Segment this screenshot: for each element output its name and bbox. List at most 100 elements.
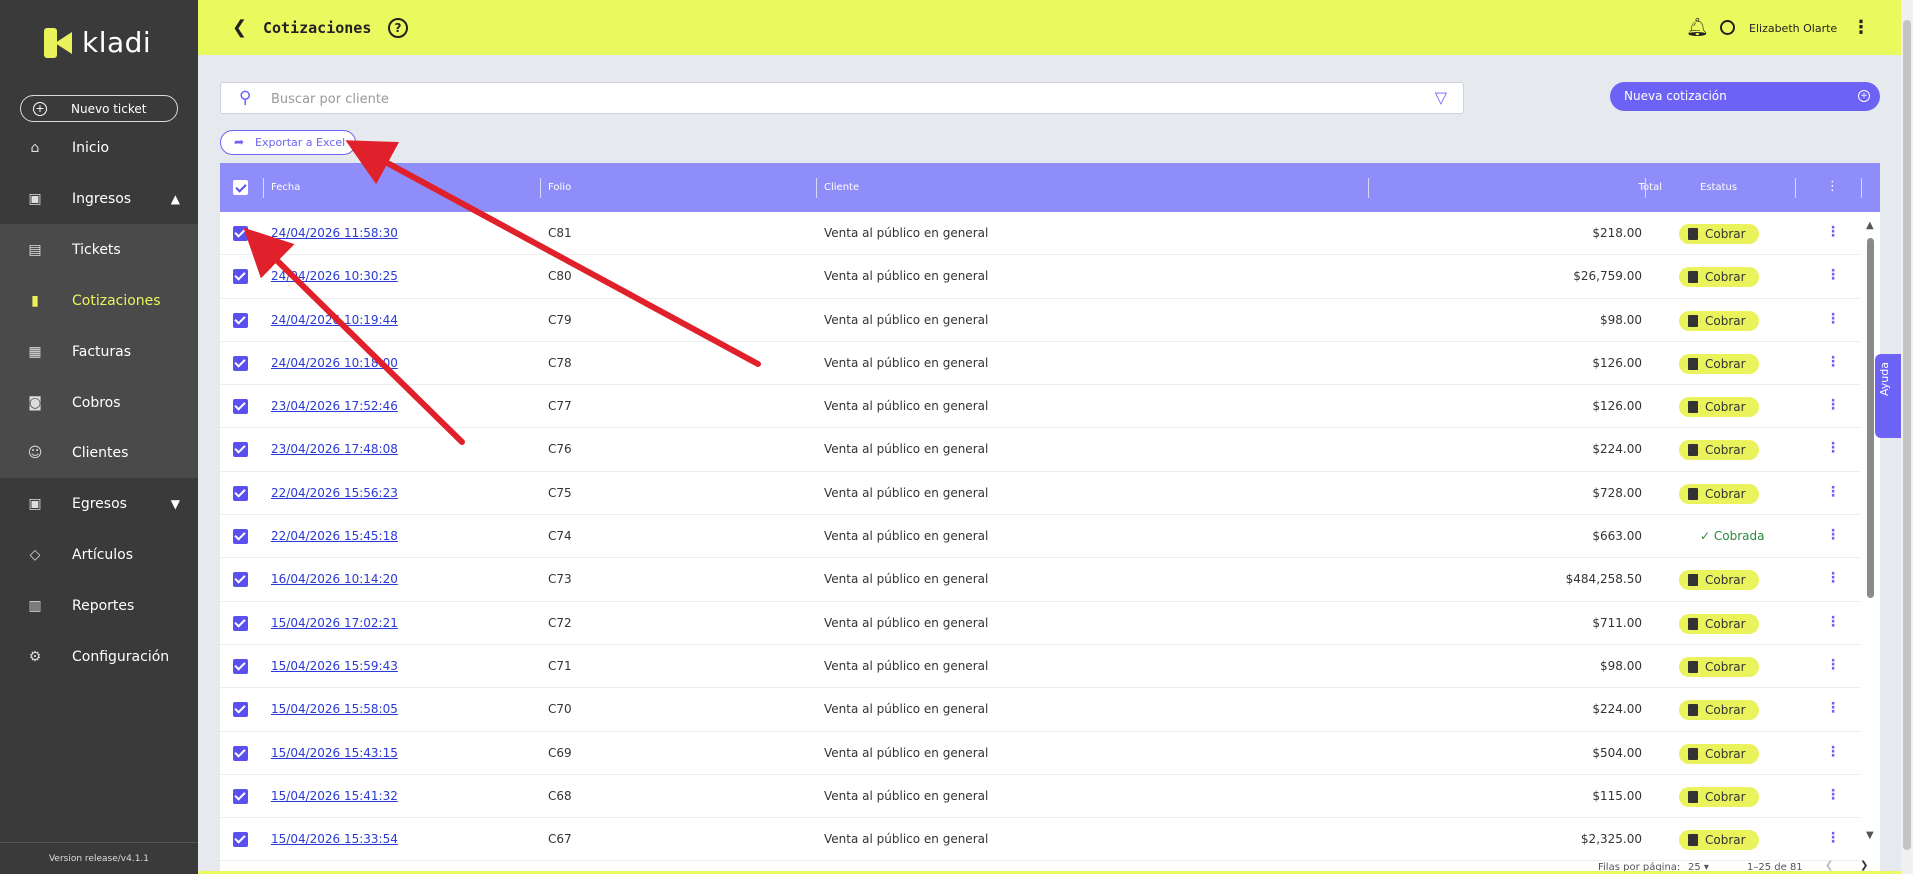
column-header-estatus[interactable]: Estatus <box>1700 182 1737 193</box>
more-options-icon[interactable]: ⋮ <box>1852 17 1870 38</box>
table-row[interactable]: 15/04/2026 15:33:54 C67 Venta al público e… <box>220 818 1860 862</box>
table-row[interactable]: 22/04/2026 15:56:23 C75 Venta al público e… <box>220 472 1860 516</box>
table-row[interactable]: 24/04/2026 11:58:30 C81 Venta al público e… <box>220 212 1860 256</box>
table-row[interactable]: 23/04/2026 17:48:08 C76 Venta al público e… <box>220 428 1860 472</box>
collect-button[interactable]: Cobrar <box>1679 483 1759 504</box>
back-arrow-icon[interactable]: ❮ <box>232 17 247 38</box>
row-checkbox[interactable] <box>233 702 248 718</box>
row-date-link[interactable]: 15/04/2026 15:58:05 <box>271 702 398 716</box>
row-date-link[interactable]: 24/04/2026 11:58:30 <box>271 226 398 240</box>
table-row[interactable]: 23/04/2026 17:52:46 C77 Venta al público e… <box>220 385 1860 429</box>
row-date-link[interactable]: 15/04/2026 15:33:54 <box>271 832 398 846</box>
row-options-icon[interactable]: ⋮ <box>1826 657 1840 673</box>
row-date-link[interactable]: 22/04/2026 15:56:23 <box>271 486 398 500</box>
row-checkbox[interactable] <box>233 832 248 848</box>
collect-button[interactable]: Cobrar <box>1679 613 1759 634</box>
row-checkbox[interactable] <box>233 745 248 761</box>
bell-icon[interactable]: 🔔︎ <box>1686 17 1709 38</box>
row-date-link[interactable]: 23/04/2026 17:52:46 <box>271 399 398 413</box>
table-row[interactable]: 15/04/2026 15:41:32 C68 Venta al público e… <box>220 775 1860 819</box>
row-date-link[interactable]: 24/04/2026 10:18:00 <box>271 356 398 370</box>
select-all-checkbox[interactable] <box>233 180 248 195</box>
row-checkbox[interactable] <box>233 269 248 285</box>
row-options-icon[interactable]: ⋮ <box>1826 527 1840 543</box>
sidebar-item-ingresos[interactable]: ▣ Ingresos ▲ <box>0 173 198 224</box>
table-row[interactable]: 22/04/2026 15:45:18 C74 Venta al público e… <box>220 515 1860 559</box>
row-options-icon[interactable]: ⋮ <box>1826 397 1840 413</box>
sidebar-item-egresos[interactable]: ▣ Egresos ▼ <box>0 478 198 529</box>
help-icon[interactable]: ? <box>388 18 408 38</box>
sidebar-item-configuracion[interactable]: ⚙ Configuración <box>0 631 198 682</box>
column-header-cliente[interactable]: Cliente <box>824 182 859 193</box>
collect-button[interactable]: Cobrar <box>1679 310 1759 331</box>
row-date-link[interactable]: 15/04/2026 15:43:15 <box>271 746 398 760</box>
table-row[interactable]: 24/04/2026 10:19:44 C79 Venta al público e… <box>220 299 1860 342</box>
scroll-up-icon[interactable]: ▲ <box>1866 220 1874 231</box>
column-header-fecha[interactable]: Fecha <box>271 182 300 193</box>
table-scrollbar-thumb[interactable] <box>1867 238 1874 598</box>
table-row[interactable]: 15/04/2026 15:43:15 C69 Venta al público e… <box>220 732 1860 775</box>
row-date-link[interactable]: 24/04/2026 10:19:44 <box>271 313 398 327</box>
row-checkbox[interactable] <box>233 788 248 804</box>
column-options-icon[interactable]: ⋮ <box>1826 179 1839 194</box>
collect-button[interactable]: Cobrar <box>1679 224 1759 244</box>
collect-button[interactable]: Cobrar <box>1679 570 1759 591</box>
row-date-link[interactable]: 16/04/2026 10:14:20 <box>271 572 398 586</box>
row-options-icon[interactable]: ⋮ <box>1826 570 1840 586</box>
sidebar-item-clientes[interactable]: ☺ Clientes <box>0 427 198 478</box>
search-input[interactable] <box>271 89 1371 109</box>
collect-button[interactable]: Cobrar <box>1679 656 1759 677</box>
table-scrollbar[interactable]: ▲ ▼ <box>1862 212 1880 852</box>
row-checkbox[interactable] <box>233 355 248 371</box>
row-options-icon[interactable]: ⋮ <box>1826 311 1840 327</box>
row-options-icon[interactable]: ⋮ <box>1826 354 1840 370</box>
sidebar-item-inicio[interactable]: ⌂ Inicio <box>0 122 198 173</box>
row-date-link[interactable]: 22/04/2026 15:45:18 <box>271 529 398 543</box>
collect-button[interactable]: Cobrar <box>1679 830 1759 851</box>
sidebar-item-facturas[interactable]: ▦ Facturas <box>0 326 198 377</box>
column-header-folio[interactable]: Folio <box>548 182 571 193</box>
row-options-icon[interactable]: ⋮ <box>1826 700 1840 716</box>
user-avatar-icon[interactable] <box>1720 20 1735 35</box>
page-scrollbar-thumb[interactable] <box>1903 20 1911 850</box>
row-options-icon[interactable]: ⋮ <box>1826 267 1840 283</box>
brand-logo[interactable]: kladi <box>44 26 151 59</box>
row-options-icon[interactable]: ⋮ <box>1826 787 1840 803</box>
sidebar-item-articulos[interactable]: ◇ Artículos <box>0 529 198 580</box>
chevron-left-icon[interactable]: ❮ <box>1825 860 1833 871</box>
filter-icon[interactable]: ▽ <box>1435 88 1447 107</box>
row-checkbox[interactable] <box>233 442 248 458</box>
page-scrollbar[interactable] <box>1901 0 1913 874</box>
row-date-link[interactable]: 24/04/2026 10:30:25 <box>271 269 398 283</box>
scroll-down-icon[interactable]: ▼ <box>1866 830 1874 841</box>
row-options-icon[interactable]: ⋮ <box>1826 830 1840 846</box>
row-checkbox[interactable] <box>233 485 248 501</box>
collect-button[interactable]: Cobrar <box>1679 700 1759 721</box>
row-options-icon[interactable]: ⋮ <box>1826 440 1840 456</box>
sidebar-item-cotizaciones[interactable]: ▮ Cotizaciones <box>0 275 198 326</box>
help-side-tab[interactable]: Ayuda <box>1875 354 1901 438</box>
export-excel-button[interactable]: ➦ Exportar a Excel <box>220 130 356 155</box>
new-ticket-button[interactable]: + Nuevo ticket <box>20 95 178 122</box>
row-checkbox[interactable] <box>233 226 248 241</box>
row-checkbox[interactable] <box>233 529 248 545</box>
row-options-icon[interactable]: ⋮ <box>1826 614 1840 630</box>
table-row[interactable]: 24/04/2026 10:30:25 C80 Venta al público e… <box>220 255 1860 299</box>
column-header-total[interactable]: Total <box>1639 182 1662 193</box>
new-quote-button[interactable]: Nueva cotización + <box>1610 82 1880 111</box>
table-row[interactable]: 15/04/2026 15:59:43 C71 Venta al público e… <box>220 645 1860 689</box>
row-options-icon[interactable]: ⋮ <box>1826 484 1840 500</box>
row-options-icon[interactable]: ⋮ <box>1826 744 1840 760</box>
table-row[interactable]: 15/04/2026 15:58:05 C70 Venta al público e… <box>220 688 1860 732</box>
row-checkbox[interactable] <box>233 312 248 328</box>
sidebar-item-tickets[interactable]: ▤ Tickets <box>0 224 198 275</box>
row-checkbox[interactable] <box>233 572 248 588</box>
collect-button[interactable]: Cobrar <box>1679 743 1759 764</box>
collect-button[interactable]: Cobrar <box>1679 397 1759 418</box>
row-checkbox[interactable] <box>233 658 248 674</box>
collect-button[interactable]: Cobrar <box>1679 440 1759 461</box>
user-name[interactable]: Elizabeth Olarte <box>1749 22 1837 35</box>
row-checkbox[interactable] <box>233 399 248 415</box>
table-row[interactable]: 16/04/2026 10:14:20 C73 Venta al público e… <box>220 558 1860 602</box>
table-row[interactable]: 24/04/2026 10:18:00 C78 Venta al público e… <box>220 342 1860 386</box>
